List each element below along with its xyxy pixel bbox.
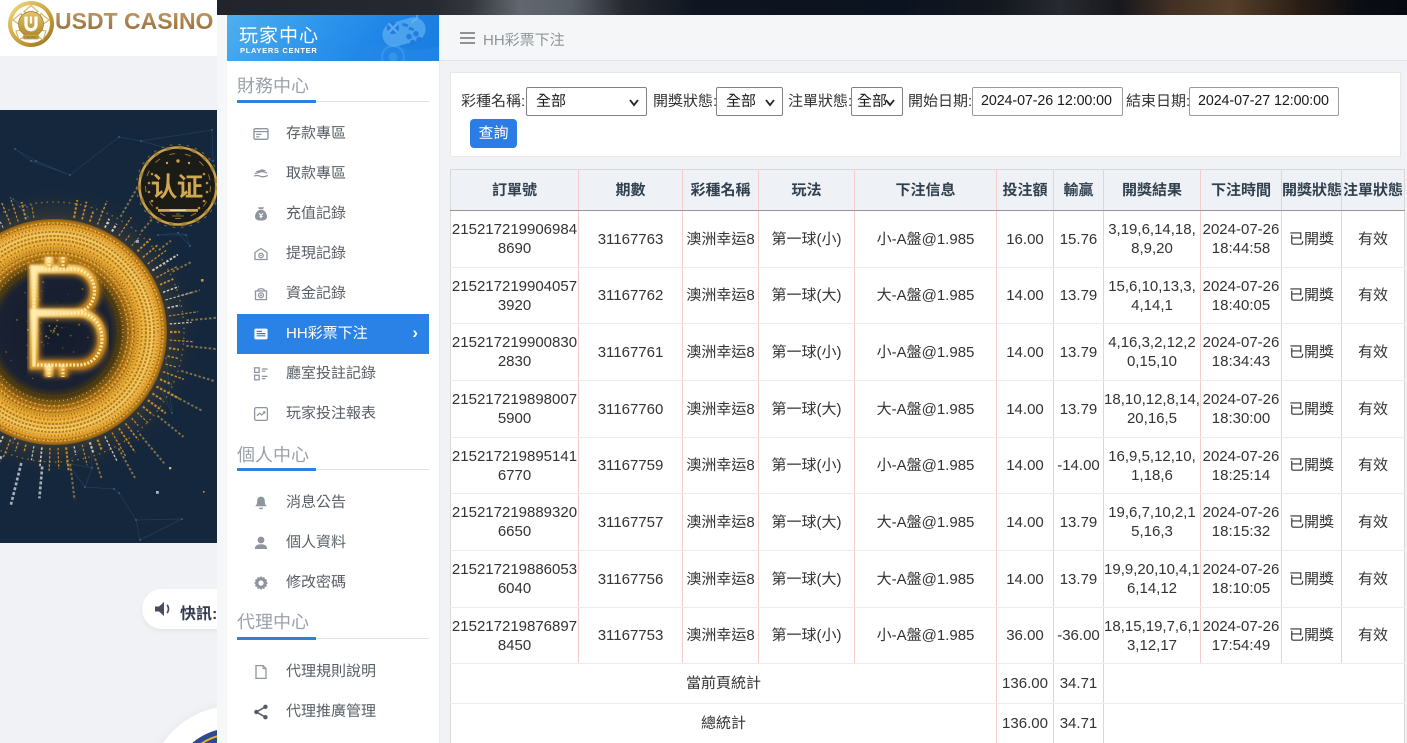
svg-text:CASINO: CASINO — [24, 35, 38, 39]
svg-text:认证: 认证 — [151, 167, 203, 204]
